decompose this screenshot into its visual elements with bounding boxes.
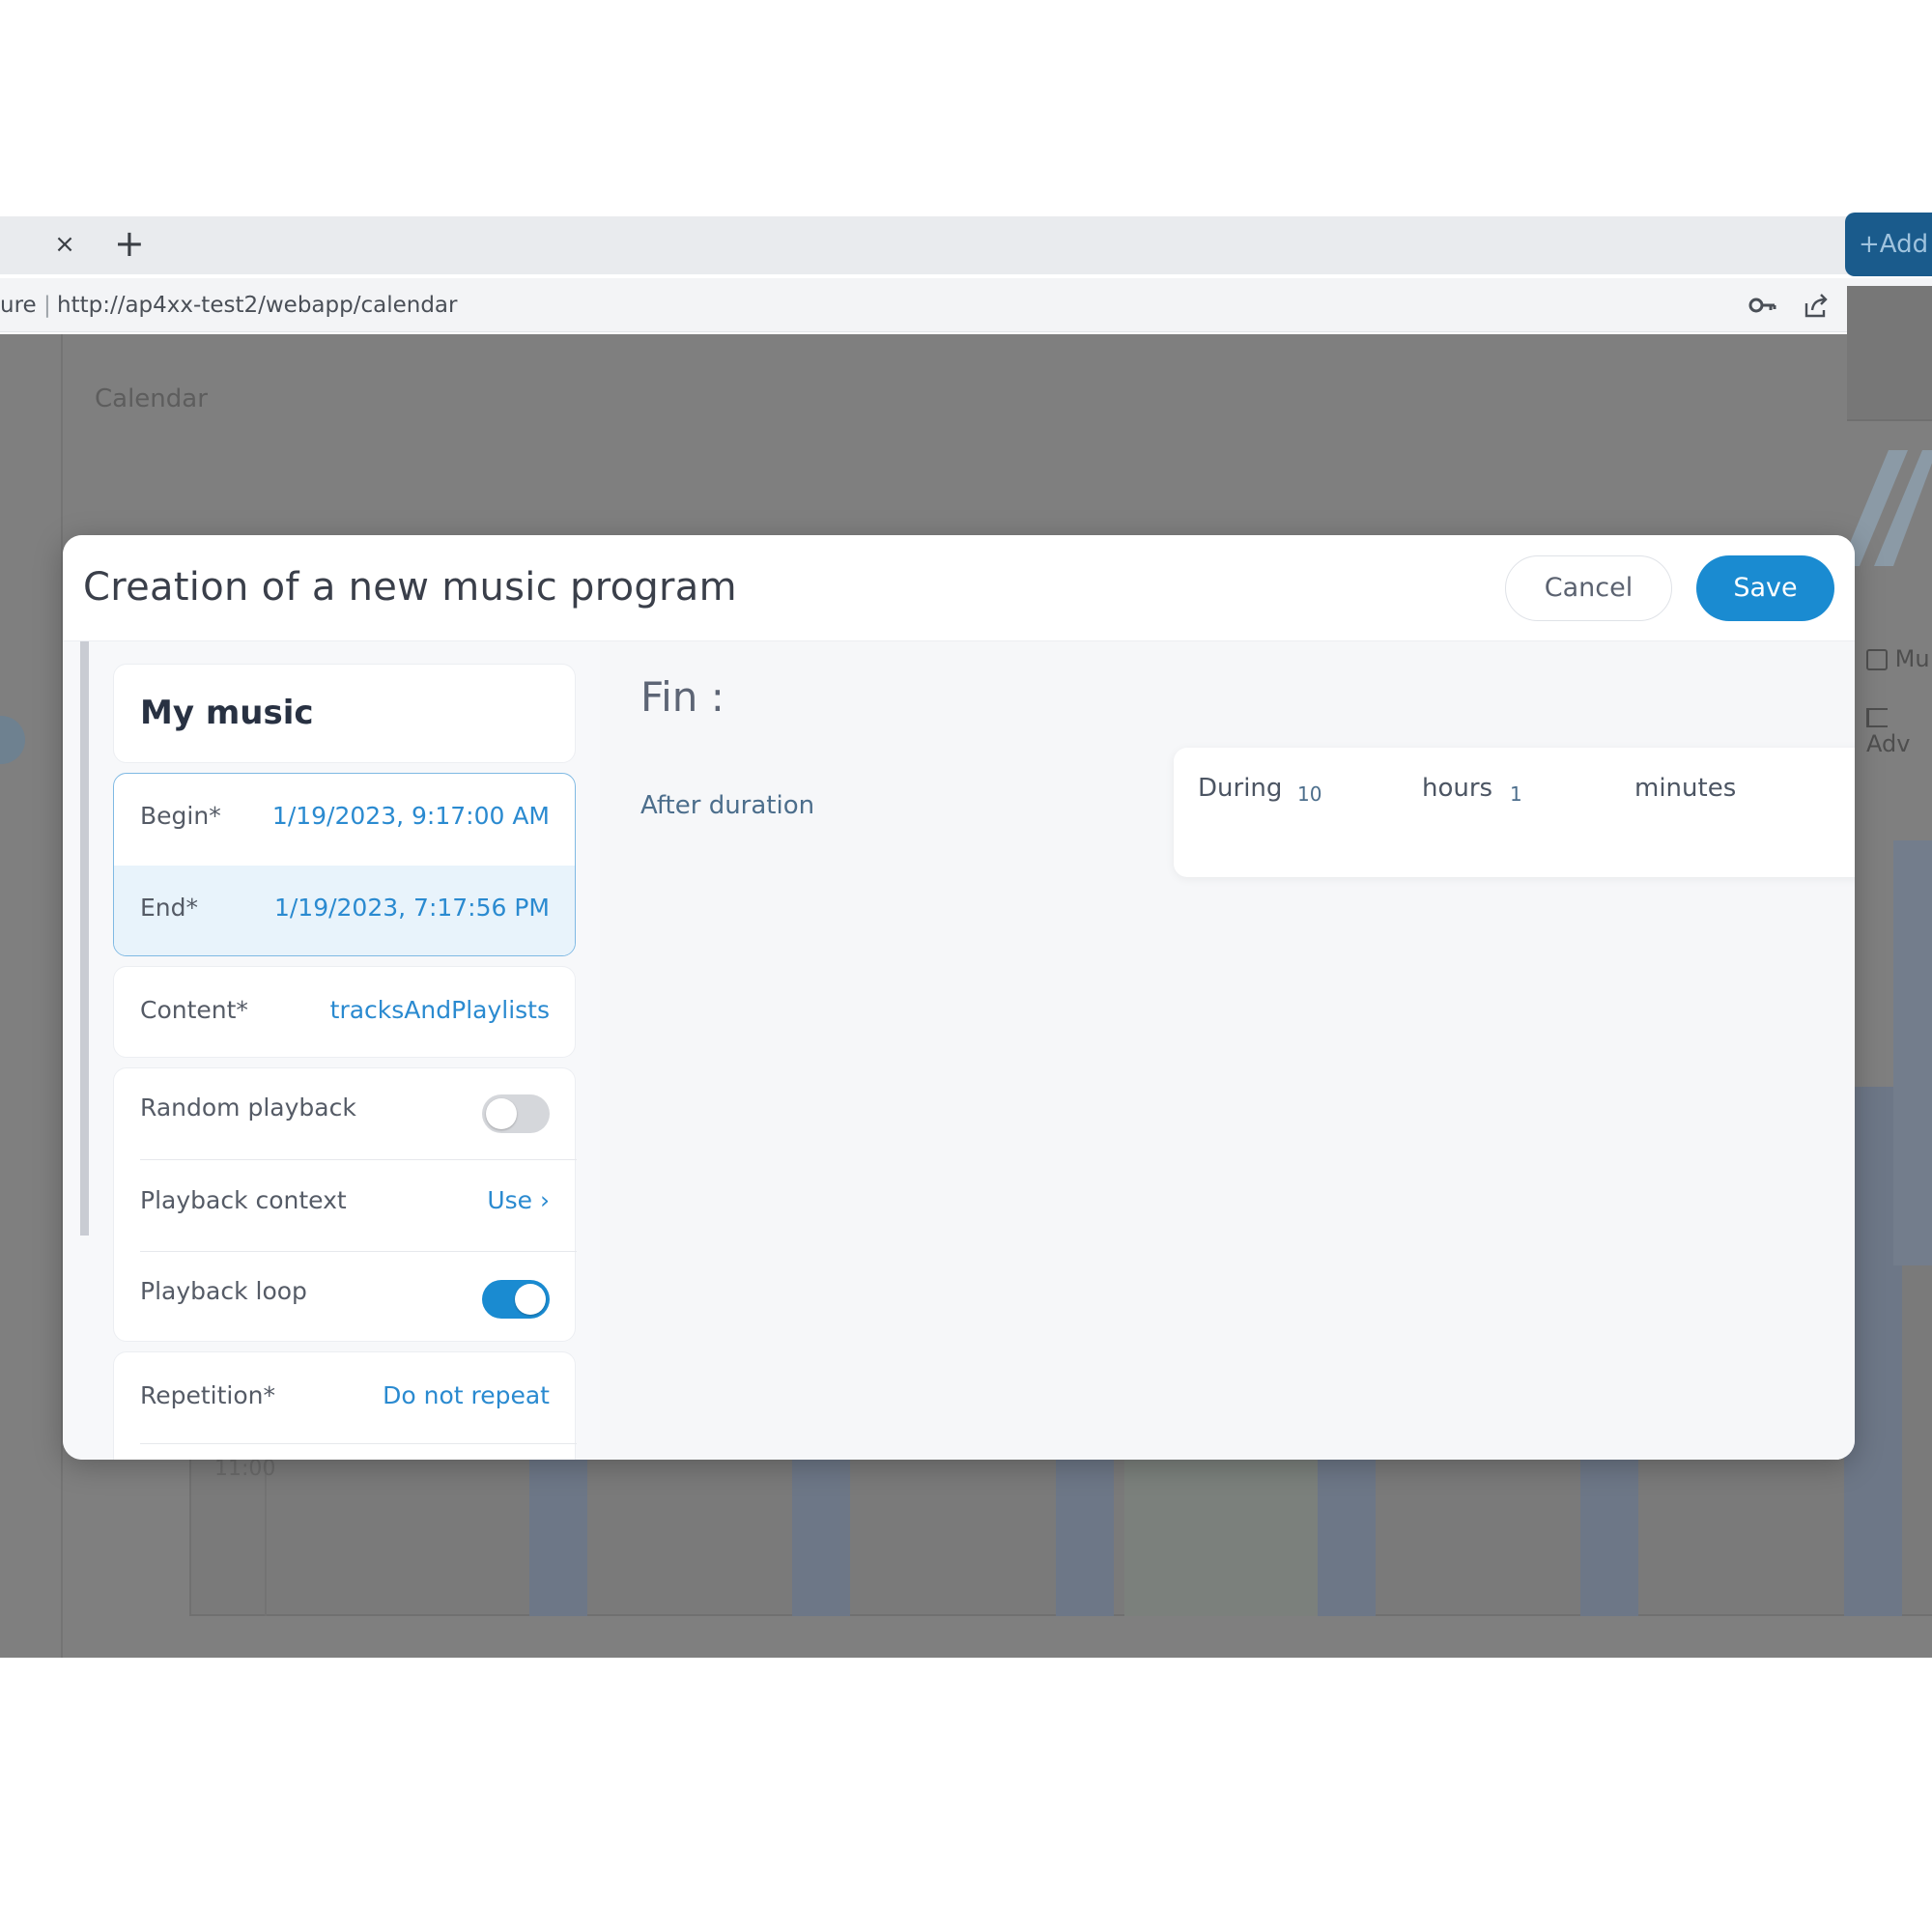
minutes-label: minutes xyxy=(1634,774,1737,803)
content-card[interactable]: Content* tracksAndPlaylists xyxy=(113,966,576,1058)
divider xyxy=(140,1251,577,1252)
dialog-title: Creation of a new music program xyxy=(83,565,737,610)
app-sidebar-toggle xyxy=(0,716,25,764)
megaphone-icon xyxy=(1866,708,1888,727)
schedule-dates-card: Begin* 1/19/2023, 9:17:00 AM End* 1/19/2… xyxy=(113,773,576,956)
key-icon[interactable] xyxy=(1747,290,1778,321)
app-time-label: 11:00 xyxy=(214,1457,276,1481)
end-datetime[interactable]: 1/19/2023, 7:17:56 PM xyxy=(274,894,550,922)
duration-input-box: During 10 hours 1 minutes xyxy=(1174,748,1855,877)
app-page-title: Calendar xyxy=(95,384,208,413)
end-section-heading: Fin : xyxy=(640,673,724,721)
cancel-button[interactable]: Cancel xyxy=(1505,555,1672,621)
repetition-card[interactable]: Repetition* Do not repeat xyxy=(113,1351,577,1460)
playback-options-card: Random playback Playback context Use › P… xyxy=(113,1067,577,1342)
browser-tab-strip xyxy=(0,216,1932,274)
end-mode-after-duration[interactable]: After duration xyxy=(640,791,814,820)
end-settings-panel: Fin : After duration During 10 hours 1 m… xyxy=(600,641,1855,1460)
app-add-button: +Add xyxy=(1845,213,1932,276)
playback-context-link[interactable]: Use › xyxy=(487,1186,550,1214)
form-scrollbar[interactable] xyxy=(80,641,89,1236)
hours-label: hours xyxy=(1422,774,1493,803)
new-music-program-dialog: Creation of a new music program Cancel S… xyxy=(63,535,1855,1460)
divider xyxy=(140,1159,577,1160)
end-label: End* xyxy=(140,894,199,922)
content-value[interactable]: tracksAndPlaylists xyxy=(330,996,550,1024)
minutes-input[interactable]: 1 xyxy=(1510,782,1522,806)
music-note-icon xyxy=(1866,649,1888,670)
program-form-panel[interactable]: My music Begin* 1/19/2023, 9:17:00 AM En… xyxy=(63,641,600,1460)
dialog-body: My music Begin* 1/19/2023, 9:17:00 AM En… xyxy=(63,641,1855,1460)
playback-loop-label: Playback loop xyxy=(140,1277,307,1305)
tab-close-icon[interactable]: × xyxy=(52,230,77,259)
new-tab-button[interactable]: + xyxy=(114,225,145,262)
app-side-item-music: Mu xyxy=(1866,645,1930,672)
repetition-label: Repetition* xyxy=(140,1381,276,1409)
toggle-knob xyxy=(486,1098,517,1129)
save-button[interactable]: Save xyxy=(1696,555,1834,621)
hours-input[interactable]: 10 xyxy=(1297,782,1321,806)
content-label: Content* xyxy=(140,996,248,1024)
dialog-header: Creation of a new music program Cancel S… xyxy=(63,535,1855,641)
program-name-card[interactable]: My music xyxy=(113,664,576,763)
url-text[interactable]: http://ap4xx-test2/webapp/calendar xyxy=(57,292,457,319)
random-playback-toggle[interactable] xyxy=(482,1094,550,1133)
app-column-strip xyxy=(1893,840,1932,1265)
playback-loop-toggle[interactable] xyxy=(482,1280,550,1319)
program-name[interactable]: My music xyxy=(140,694,314,732)
url-security-label: ure | xyxy=(0,293,51,318)
repetition-value[interactable]: Do not repeat xyxy=(383,1381,550,1409)
random-playback-label: Random playback xyxy=(140,1094,356,1122)
divider xyxy=(140,1443,577,1444)
begin-datetime[interactable]: 1/19/2023, 9:17:00 AM xyxy=(272,802,550,830)
app-side-item-adv: Adv xyxy=(1866,703,1932,757)
toggle-knob xyxy=(515,1284,546,1315)
begin-label: Begin* xyxy=(140,802,221,830)
share-icon[interactable] xyxy=(1801,290,1832,321)
during-label: During xyxy=(1198,774,1283,803)
app-side-panel xyxy=(1847,286,1932,421)
playback-context-label: Playback context xyxy=(140,1186,347,1214)
